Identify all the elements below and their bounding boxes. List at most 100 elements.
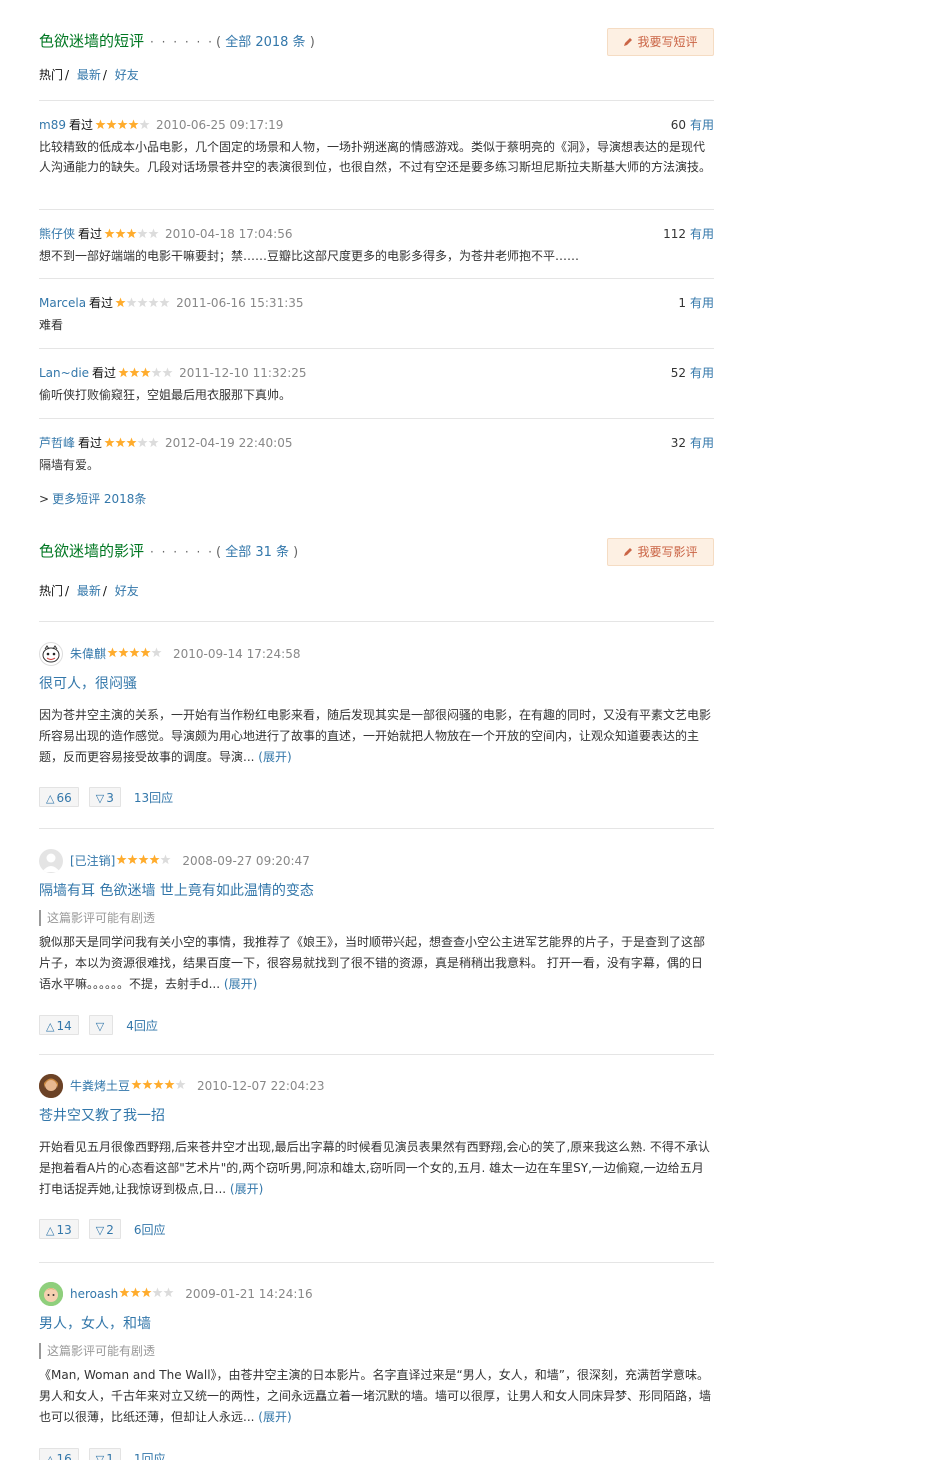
all-count-label[interactable]: 全部 31 条 <box>225 545 289 560</box>
comment-item: m89 看过 2010-06-25 09:17:19 60 有用 比较精致的低成本小品… <box>39 116 714 177</box>
divider <box>39 278 714 279</box>
star-filled-icon <box>141 1287 152 1297</box>
useful-button[interactable]: 有用 <box>690 227 714 241</box>
tab-hot[interactable]: 热门 <box>39 584 63 598</box>
all-reviews-link[interactable]: ( 全部 31 条 ) <box>216 545 298 560</box>
comment-user-link[interactable]: 熊仔侠 <box>39 227 75 241</box>
divider <box>39 100 714 101</box>
tab-friends[interactable]: 好友 <box>115 584 139 598</box>
upvote-button[interactable]: △ 14 <box>39 1015 79 1035</box>
review-title-link[interactable]: 很可人，很闷骚 <box>39 674 714 694</box>
downvote-button[interactable]: ▽ 1 <box>88 1448 121 1460</box>
star-filled-icon <box>95 119 106 130</box>
comment-status: 看过 <box>78 227 103 241</box>
section-title-text: 色欲迷墙的短评 <box>39 32 145 50</box>
useful-button[interactable]: 有用 <box>690 296 714 310</box>
all-count-label[interactable]: 全部 2018 条 <box>225 35 305 50</box>
expand-link[interactable]: (展开) <box>258 750 291 764</box>
rating-stars <box>95 117 150 135</box>
review-user-link[interactable]: heroash <box>70 1287 118 1301</box>
review-actions: △ 66 ▽ 3 13回应 <box>39 787 714 807</box>
replies-link[interactable]: 1回应 <box>134 1452 166 1460</box>
review-header: heroash 2009-01-21 14:24:16 <box>39 1281 714 1306</box>
comment-user-link[interactable]: 芦哲峰 <box>39 436 75 450</box>
comment-meta: m89 看过 2010-06-25 09:17:19 60 有用 <box>39 116 714 134</box>
rating-stars <box>118 365 173 383</box>
baby-avatar-icon <box>39 1281 63 1306</box>
star-filled-icon <box>126 228 137 239</box>
expand-link[interactable]: (展开) <box>258 1410 291 1424</box>
useful-button[interactable]: 有用 <box>690 436 714 450</box>
tab-hot[interactable]: 热门 <box>39 68 63 82</box>
review-item: 牛粪烤土豆 2010-12-07 22:04:23 苍井空又教了我一招 开始看见五… <box>39 1073 714 1239</box>
rating-stars <box>107 642 162 666</box>
avatar[interactable] <box>39 1281 63 1306</box>
star-rating-icon <box>104 228 159 239</box>
review-time: 2010-09-14 17:24:58 <box>173 646 301 661</box>
useful-button[interactable]: 有用 <box>690 366 714 380</box>
tab-separator: / <box>65 584 70 598</box>
divider <box>39 621 714 622</box>
downvote-button[interactable]: ▽ <box>88 1015 114 1035</box>
replies-link[interactable]: 4回应 <box>126 1019 158 1033</box>
downvote-count: 1 <box>106 1452 114 1460</box>
star-filled-icon <box>126 437 137 448</box>
star-filled-icon <box>118 367 129 378</box>
downvote-button[interactable]: ▽ 3 <box>88 787 121 807</box>
review-user-link[interactable]: 朱偉麒 <box>70 647 106 661</box>
review-item: heroash 2009-01-21 14:24:16 男人，女人，和墙 这篇影评… <box>39 1281 714 1460</box>
review-user-link[interactable]: 牛粪烤土豆 <box>70 1079 130 1093</box>
star-filled-icon <box>142 1079 153 1089</box>
avatar[interactable] <box>39 848 63 873</box>
star-filled-icon <box>106 119 117 130</box>
write-review-button[interactable]: 我要写影评 <box>607 538 714 566</box>
review-header: 朱偉麒 2010-09-14 17:24:58 <box>39 641 714 666</box>
rating-stars <box>131 1074 186 1098</box>
expand-link[interactable]: (展开) <box>224 977 257 991</box>
upvote-count: 66 <box>56 791 72 805</box>
cartoon-avatar-icon <box>42 644 60 662</box>
title-dots: · · · · · · <box>150 545 214 559</box>
star-empty-icon <box>162 367 173 378</box>
star-filled-icon <box>127 854 138 864</box>
star-empty-icon <box>151 367 162 378</box>
comment-user-link[interactable]: Lan~die <box>39 366 89 380</box>
pencil-icon <box>624 548 633 556</box>
write-label[interactable]: 我要写短评 <box>637 35 697 49</box>
all-short-comments-link[interactable]: ( 全部 2018 条 ) <box>216 35 315 50</box>
star-rating-icon <box>131 1079 186 1089</box>
upvote-button[interactable]: △ 16 <box>39 1448 79 1460</box>
review-user-link[interactable]: [已注销] <box>70 854 115 868</box>
more-label[interactable]: 更多短评 2018条 <box>52 492 146 506</box>
write-short-comment-button[interactable]: 我要写短评 <box>607 28 714 56</box>
tab-latest[interactable]: 最新 <box>77 68 101 82</box>
default-user-icon <box>42 853 60 872</box>
write-label[interactable]: 我要写影评 <box>637 545 697 559</box>
useful-button[interactable]: 有用 <box>690 118 714 132</box>
review-text: 开始看见五月很像西野翔,后来苍井空才出现,最后出字幕的时候看见演员表果然有西野翔… <box>39 1140 710 1196</box>
upvote-button[interactable]: △ 13 <box>39 1219 79 1239</box>
divider <box>39 828 714 829</box>
more-short-comments-link[interactable]: > 更多短评 2018条 <box>39 490 146 507</box>
comment-time: 2010-04-18 17:04:56 <box>165 227 293 241</box>
chevron-right-icon: > <box>39 492 50 506</box>
review-title-link[interactable]: 男人，女人，和墙 <box>39 1314 714 1334</box>
expand-link[interactable]: (展开) <box>230 1182 263 1196</box>
avatar[interactable] <box>39 641 63 666</box>
review-time: 2008-09-27 09:20:47 <box>182 853 310 868</box>
rating-stars <box>116 849 171 873</box>
avatar[interactable] <box>39 1073 63 1098</box>
review-excerpt: 因为苍井空主演的关系，一开始有当作粉红电影来看，随后发现其实是一部很闷骚的电影，… <box>39 705 714 768</box>
tab-latest[interactable]: 最新 <box>77 584 101 598</box>
comment-user-link[interactable]: Marcela <box>39 296 86 310</box>
review-title-link[interactable]: 苍井空又教了我一招 <box>39 1106 714 1126</box>
upvote-button[interactable]: △ 66 <box>39 787 79 807</box>
comment-user-link[interactable]: m89 <box>39 118 66 132</box>
star-filled-icon <box>117 119 128 130</box>
star-empty-icon <box>137 297 148 308</box>
replies-link[interactable]: 6回应 <box>134 1223 166 1237</box>
tab-friends[interactable]: 好友 <box>115 68 139 82</box>
replies-link[interactable]: 13回应 <box>134 791 173 805</box>
downvote-button[interactable]: ▽ 2 <box>88 1219 121 1239</box>
review-title-link[interactable]: 隔墙有耳 色欲迷墙 世上竟有如此温情的变态 <box>39 881 714 901</box>
